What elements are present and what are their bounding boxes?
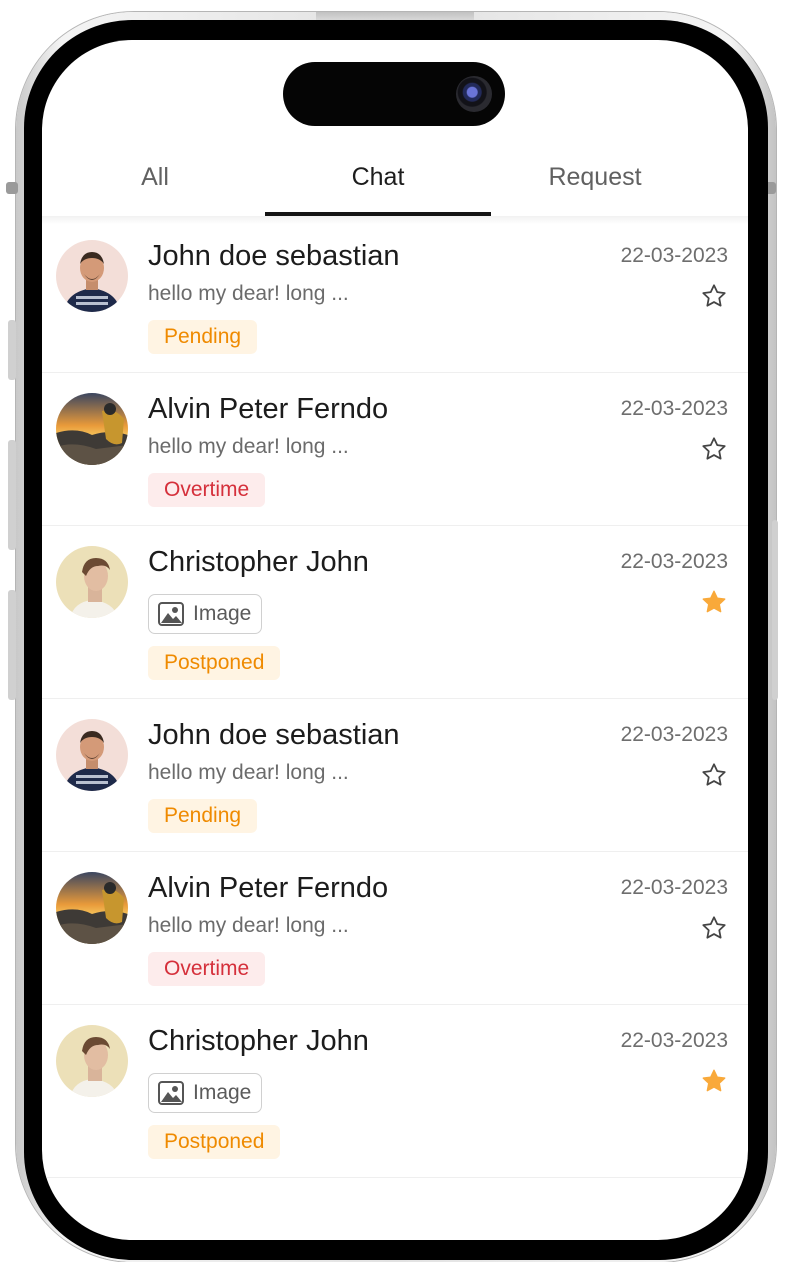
message-preview: hello my dear! long ... (148, 435, 349, 458)
conversation-row[interactable]: John doe sebastian hello my dear! long .… (42, 699, 748, 852)
avatar (56, 872, 128, 944)
tab-chat[interactable]: Chat (265, 148, 491, 216)
man-profile-avatar-icon (56, 1025, 128, 1097)
dynamic-island (283, 62, 505, 126)
tab-request[interactable]: Request (482, 148, 708, 216)
message-date: 22-03-2023 (620, 244, 728, 267)
contact-name: Christopher John (148, 546, 369, 578)
status-badge: Pending (148, 799, 258, 833)
conversation-row[interactable]: John doe sebastian hello my dear! long .… (42, 220, 748, 373)
message-preview: hello my dear! long ... (148, 282, 349, 305)
avatar (56, 240, 128, 312)
image-icon (158, 1081, 184, 1105)
tab-bar: All Chat Request (42, 148, 748, 216)
contact-name: John doe sebastian (148, 719, 400, 751)
mute-switch (8, 320, 16, 380)
star-outline-icon[interactable] (700, 761, 728, 789)
conversation-list: John doe sebastian hello my dear! long .… (42, 220, 748, 1178)
status-badge: Overtime (148, 952, 266, 986)
image-icon (158, 602, 184, 626)
status-badge: Postponed (148, 646, 281, 680)
message-date: 22-03-2023 (620, 550, 728, 573)
avatar (56, 719, 128, 791)
contact-name: Christopher John (148, 1025, 369, 1057)
man-profile-avatar-icon (56, 546, 128, 618)
status-badge: Postponed (148, 1125, 281, 1159)
star-filled-icon[interactable] (700, 1067, 728, 1095)
power-button (772, 520, 778, 700)
avatar (56, 393, 128, 465)
avatar (56, 546, 128, 618)
side-button (6, 182, 18, 194)
conversation-row[interactable]: Alvin Peter Ferndo hello my dear! long .… (42, 373, 748, 526)
camera-icon (456, 76, 492, 112)
conversation-row[interactable]: Christopher John Image 22-03-2023 Postpo… (42, 1005, 748, 1178)
message-date: 22-03-2023 (620, 723, 728, 746)
status-badge: Overtime (148, 473, 266, 507)
message-date: 22-03-2023 (620, 876, 728, 899)
volume-down-button (8, 590, 16, 700)
message-date: 22-03-2023 (620, 1029, 728, 1052)
conversation-row[interactable]: Christopher John Image 22-03-2023 Postpo… (42, 526, 748, 699)
message-preview: hello my dear! long ... (148, 761, 349, 784)
sunset-hiker-avatar-icon (56, 872, 128, 944)
tab-all[interactable]: All (42, 148, 268, 216)
message-preview: Image (193, 1081, 252, 1104)
star-outline-icon[interactable] (700, 435, 728, 463)
star-outline-icon[interactable] (700, 914, 728, 942)
conversation-row[interactable]: Alvin Peter Ferndo hello my dear! long .… (42, 852, 748, 1005)
message-preview: hello my dear! long ... (148, 914, 349, 937)
contact-name: Alvin Peter Ferndo (148, 872, 389, 904)
image-attachment-chip[interactable]: Image (148, 1073, 263, 1113)
sunset-hiker-avatar-icon (56, 393, 128, 465)
phone-screen: All Chat Request John doe sebastian hell… (42, 40, 748, 1240)
star-filled-icon[interactable] (700, 588, 728, 616)
message-date: 22-03-2023 (620, 397, 728, 420)
star-outline-icon[interactable] (700, 282, 728, 310)
contact-name: John doe sebastian (148, 240, 400, 272)
contact-name: Alvin Peter Ferndo (148, 393, 389, 425)
message-preview: Image (193, 602, 252, 625)
man-striped-shirt-avatar-icon (56, 240, 128, 312)
status-badge: Pending (148, 320, 258, 354)
image-attachment-chip[interactable]: Image (148, 594, 263, 634)
man-striped-shirt-avatar-icon (56, 719, 128, 791)
volume-up-button (8, 440, 16, 550)
avatar (56, 1025, 128, 1097)
